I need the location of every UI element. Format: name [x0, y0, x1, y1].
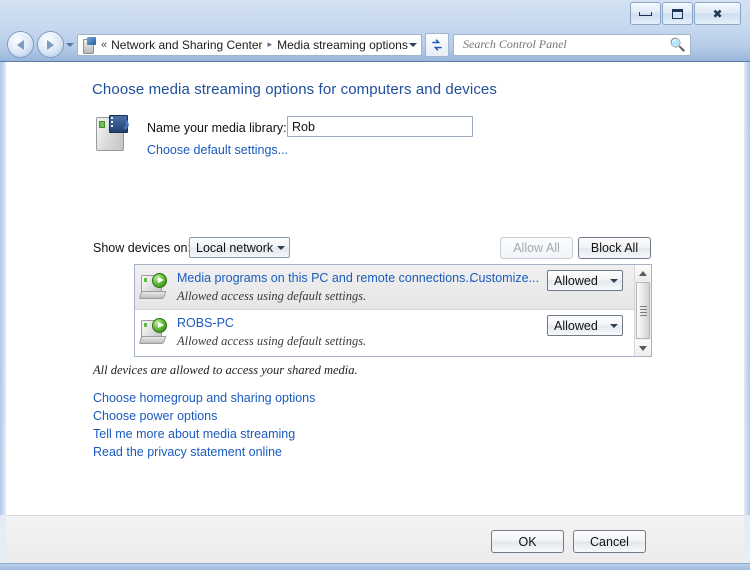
related-links-list: Choose homegroup and sharing options Cho…: [93, 389, 315, 461]
device-permission-value: Allowed: [554, 273, 598, 288]
refresh-icon: [432, 38, 442, 51]
scroll-up-button[interactable]: [635, 265, 651, 281]
scroll-down-button[interactable]: [635, 340, 651, 356]
breadcrumb-separator-icon[interactable]: ▸: [268, 39, 273, 50]
device-media-icon: [138, 273, 169, 299]
device-status-text: Allowed access using default settings.: [177, 334, 367, 348]
cancel-button[interactable]: Cancel: [573, 530, 646, 553]
link-read-the-privacy-statement-online[interactable]: Read the privacy statement online: [93, 443, 315, 461]
breadcrumb-network-sharing-center[interactable]: Network and Sharing Center: [111, 38, 262, 52]
control-panel-window: ✖ « Network and Sharing Center ▸ Media s…: [0, 0, 750, 570]
breadcrumb-bar[interactable]: « Network and Sharing Center ▸ Media str…: [77, 33, 422, 56]
device-list: Media programs on this PC and remote con…: [134, 264, 652, 357]
window-caption-buttons: ✖: [629, 2, 741, 25]
device-permission-dropdown[interactable]: Allowed: [547, 315, 623, 336]
back-arrow-icon: [17, 39, 24, 50]
window-frame-bottom: [0, 563, 750, 570]
ok-button[interactable]: OK: [491, 530, 564, 553]
forward-arrow-icon: [47, 39, 54, 50]
minimize-icon: [639, 11, 652, 16]
network-location-icon: [81, 36, 96, 54]
table-row[interactable]: ROBS-PC Allowed access using default set…: [135, 310, 651, 355]
maximize-icon: [672, 8, 683, 19]
search-input[interactable]: [461, 36, 670, 53]
scrollbar-thumb[interactable]: [636, 282, 650, 339]
chevron-down-icon: [409, 42, 418, 47]
device-list-scrollbar[interactable]: [634, 265, 651, 356]
chevron-down-icon: [277, 245, 285, 250]
show-devices-dropdown[interactable]: Local network: [189, 237, 290, 258]
window-frame-right: [744, 62, 750, 515]
media-library-label: Name your media library:: [147, 121, 287, 135]
device-status-text: Allowed access using default settings.: [177, 289, 367, 303]
search-box[interactable]: 🔍: [453, 33, 691, 56]
refresh-button[interactable]: [425, 32, 449, 57]
search-icon: 🔍: [669, 36, 686, 52]
media-library-icon: ♪: [96, 115, 140, 153]
block-all-button[interactable]: Block All: [578, 237, 651, 259]
scrollbar-grip-icon: [640, 305, 647, 316]
address-dropdown-button[interactable]: [408, 35, 419, 55]
chevron-down-icon: [610, 278, 618, 283]
link-choose-homegroup-and-sharing-options[interactable]: Choose homegroup and sharing options: [93, 389, 315, 407]
device-name-link[interactable]: Media programs on this PC and remote con…: [177, 271, 476, 285]
show-devices-selected-value: Local network: [196, 240, 274, 255]
page-title: Choose media streaming options for compu…: [92, 81, 497, 98]
forward-button[interactable]: [37, 31, 64, 58]
recent-pages-button[interactable]: [66, 42, 74, 47]
address-bar: « Network and Sharing Center ▸ Media str…: [5, 31, 745, 58]
window-content-area: Choose media streaming options for compu…: [6, 62, 744, 515]
link-choose-power-options[interactable]: Choose power options: [93, 407, 315, 425]
chevron-down-icon: [639, 345, 647, 351]
link-tell-me-more-about-media-streaming[interactable]: Tell me more about media streaming: [93, 425, 315, 443]
close-icon: ✖: [712, 6, 723, 21]
device-permission-dropdown[interactable]: Allowed: [547, 270, 623, 291]
chevron-down-icon: [610, 323, 618, 328]
breadcrumb-overflow-chevron[interactable]: «: [101, 39, 107, 51]
back-button[interactable]: [7, 31, 34, 58]
breadcrumb-media-streaming-options[interactable]: Media streaming options: [277, 38, 408, 52]
customize-link[interactable]: Customize...: [470, 271, 539, 285]
media-library-name-input[interactable]: [287, 116, 473, 137]
dialog-footer: OK Cancel: [6, 515, 744, 563]
minimize-button[interactable]: [630, 2, 661, 25]
allow-all-button[interactable]: Allow All: [500, 237, 573, 259]
device-permission-value: Allowed: [554, 318, 598, 333]
all-devices-allowed-note: All devices are allowed to access your s…: [93, 363, 358, 377]
maximize-button[interactable]: [662, 2, 693, 25]
show-devices-label: Show devices on:: [93, 241, 191, 255]
choose-default-settings-link[interactable]: Choose default settings...: [147, 143, 288, 157]
close-button[interactable]: ✖: [694, 2, 741, 25]
chevron-up-icon: [639, 270, 647, 276]
device-media-icon: [138, 318, 169, 344]
device-name-link[interactable]: ROBS-PC: [177, 316, 234, 330]
table-row[interactable]: Media programs on this PC and remote con…: [135, 265, 651, 310]
